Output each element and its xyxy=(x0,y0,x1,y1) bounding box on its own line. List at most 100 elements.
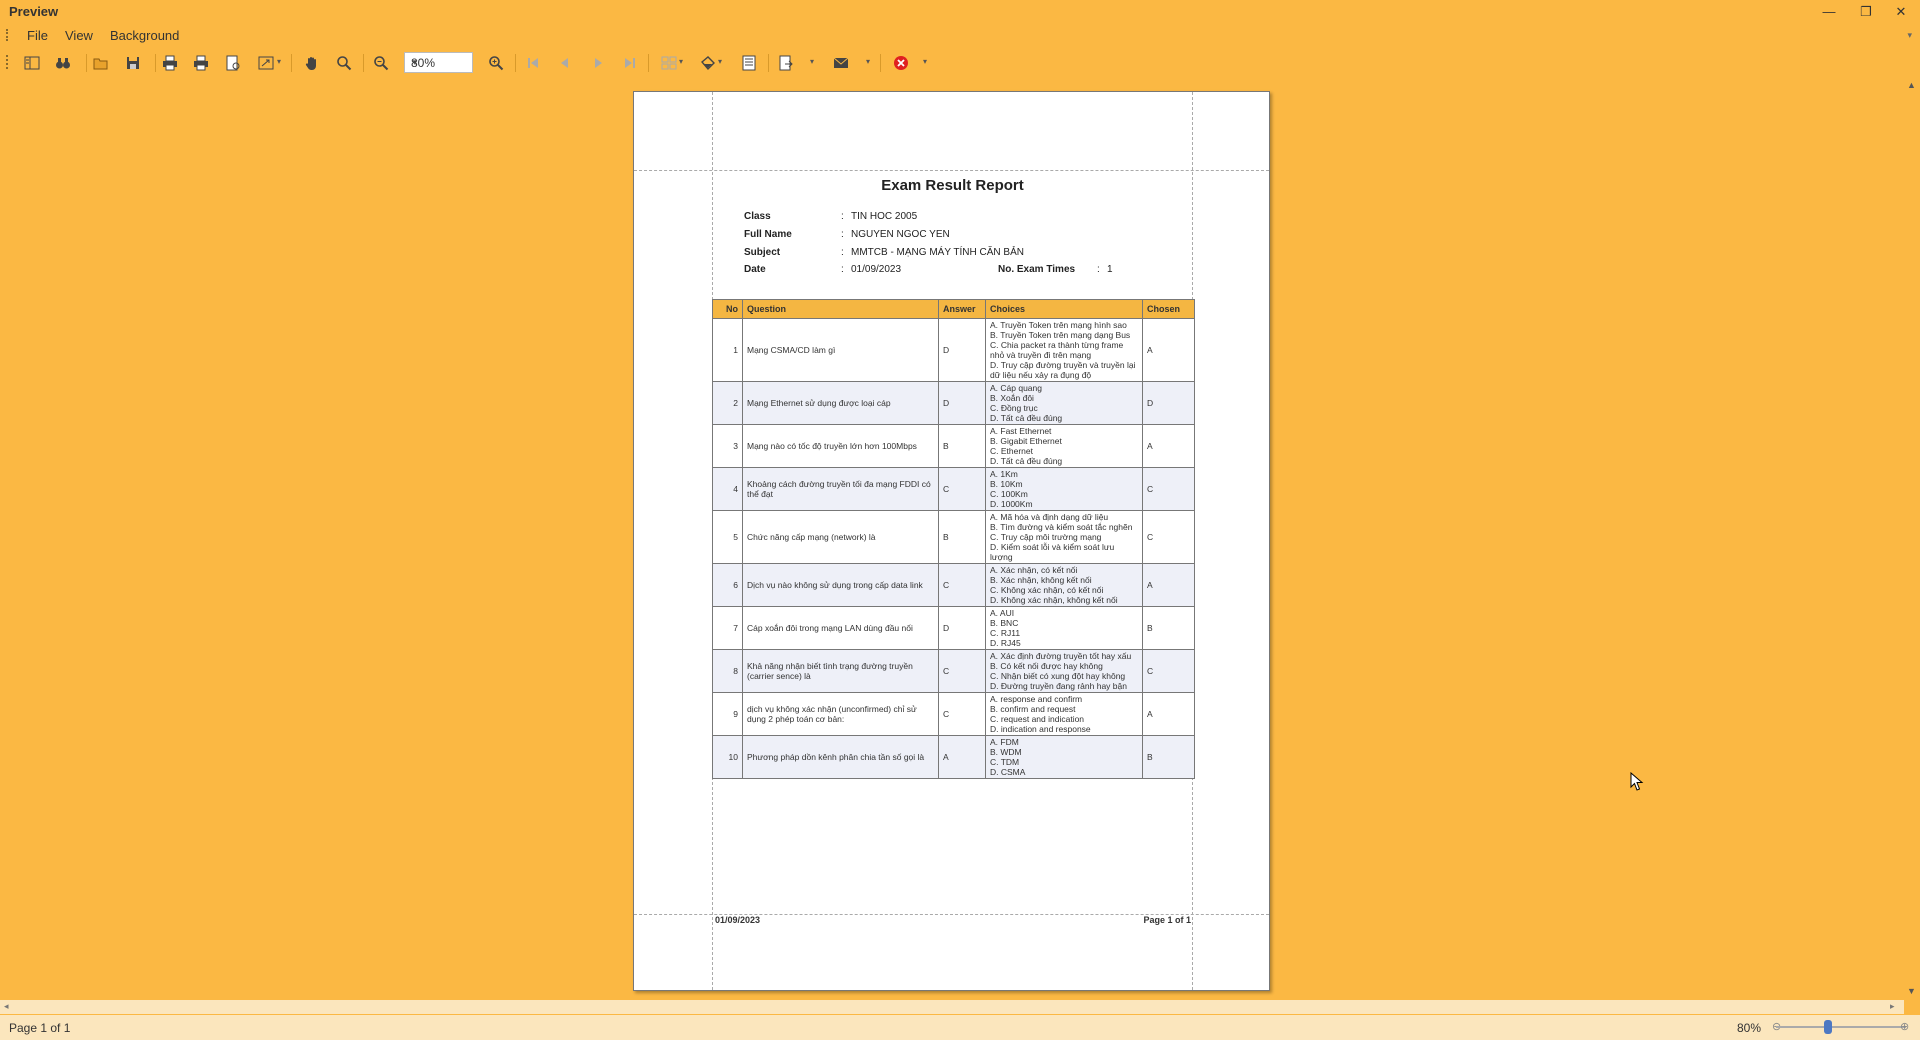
document-map-icon[interactable] xyxy=(21,52,43,74)
cell-no: 1 xyxy=(712,318,743,382)
choice-option: A. Mã hóa và định dạng dữ liệu xyxy=(990,512,1109,522)
toolbar-separator xyxy=(515,54,516,72)
choice-option: A. 1Km xyxy=(990,469,1018,479)
table-row: 10 Phương pháp dồn kênh phân chia tần số … xyxy=(712,735,1195,779)
menu-view[interactable]: View xyxy=(65,28,93,43)
export-dropdown-icon[interactable]: ▾ xyxy=(810,57,814,66)
page-setup-icon[interactable] xyxy=(222,52,244,74)
cell-no: 4 xyxy=(712,467,743,511)
zoom-combobox[interactable]: 80% ▼ xyxy=(404,52,473,73)
watermark-icon[interactable] xyxy=(738,52,760,74)
cell-question: Khoảng cách đường truyền tối đa mạng FDD… xyxy=(742,467,939,511)
field-value: TIN HOC 2005 xyxy=(851,211,918,222)
restore-button[interactable]: ❐ xyxy=(1853,2,1879,22)
cell-question: dịch vụ không xác nhận (unconfirmed) chỉ… xyxy=(742,692,939,736)
zoom-in-slider-icon[interactable]: ⊕ xyxy=(1900,1020,1909,1033)
first-page-icon xyxy=(522,52,544,74)
menu-background[interactable]: Background xyxy=(110,28,179,43)
report-page: Exam Result Report Class : TIN HOC 2005 … xyxy=(633,91,1270,991)
scroll-right-icon[interactable]: ▸ xyxy=(1890,1001,1895,1012)
background-color-icon[interactable] xyxy=(697,52,719,74)
export-icon[interactable] xyxy=(775,52,797,74)
title-bar: Preview — ❐ ✕ xyxy=(0,0,1920,24)
cell-question: Mạng Ethernet sử dụng được loại cáp xyxy=(742,381,939,425)
print-icon[interactable] xyxy=(159,52,181,74)
find-icon[interactable] xyxy=(52,52,74,74)
open-icon[interactable] xyxy=(90,52,112,74)
cell-chosen: C xyxy=(1142,510,1195,564)
zoom-slider-thumb[interactable] xyxy=(1824,1020,1832,1034)
cell-no: 7 xyxy=(712,606,743,650)
choice-option: A. AUI xyxy=(990,608,1015,618)
cell-choices: A. Xác định đường truyền tốt hay xấu B. C… xyxy=(985,649,1143,693)
toolbar-separator xyxy=(363,54,364,72)
choice-option: B. Tìm đường và kiểm soát tắc nghẽn xyxy=(990,522,1133,532)
field-label: Subject xyxy=(744,247,781,258)
field-label: Date xyxy=(744,264,766,275)
close-preview-icon[interactable] xyxy=(890,52,912,74)
hand-tool-icon[interactable] xyxy=(301,52,323,74)
scroll-down-icon[interactable]: ▼ xyxy=(1907,986,1916,996)
table-row: 7 Cáp xoắn đôi trong mạng LAN dùng đầu nố… xyxy=(712,606,1195,650)
minimize-button[interactable]: — xyxy=(1816,2,1842,22)
window-title: Preview xyxy=(9,4,59,19)
choice-option: D. RJ45 xyxy=(990,638,1021,648)
horizontal-scrollbar[interactable]: ◂ ▸ xyxy=(0,1000,1904,1014)
zoom-slider-track[interactable] xyxy=(1776,1026,1906,1028)
scroll-up-icon[interactable]: ▲ xyxy=(1907,80,1916,90)
cell-answer: C xyxy=(938,692,986,736)
table-header-row: No Question Answer Choices Chosen xyxy=(712,299,1195,319)
cell-choices: A. Truyền Token trên mạng hình sao B. Tru… xyxy=(985,318,1143,382)
choice-option: B. Xoắn đôi xyxy=(990,393,1034,403)
cell-no: 3 xyxy=(712,424,743,468)
footer-page-number: Page 1 of 1 xyxy=(1143,915,1191,925)
choice-option: B. Có kết nối được hay không xyxy=(990,661,1103,671)
choice-option: D. Không xác nhận, không kết nối xyxy=(990,595,1118,605)
toolbar-separator xyxy=(768,54,769,72)
table-row: 1 Mạng CSMA/CD làm gì D A. Truyền Token trê… xyxy=(712,318,1195,382)
choice-option: D. Tất cả đều đúng xyxy=(990,413,1063,423)
magnifier-icon[interactable] xyxy=(333,52,355,74)
vertical-scrollbar[interactable]: ▲ ▼ xyxy=(1904,78,1920,1001)
menu-grip[interactable] xyxy=(6,29,9,41)
scale-icon[interactable] xyxy=(255,52,277,74)
menu-overflow-icon[interactable]: ▾ xyxy=(1907,30,1912,41)
save-icon[interactable] xyxy=(122,52,144,74)
scale-dropdown-icon[interactable]: ▾ xyxy=(277,57,281,66)
cell-choices: A. Fast Ethernet B. Gigabit Ethernet C. Et… xyxy=(985,424,1143,468)
choice-option: C. Chia packet ra thành từng frame nhỏ v… xyxy=(990,340,1124,360)
status-bar: Page 1 of 1 80% ⊖ ⊕ xyxy=(0,1015,1920,1040)
choice-option: B. Gigabit Ethernet xyxy=(990,436,1062,446)
close-preview-dropdown-icon[interactable]: ▾ xyxy=(923,57,927,66)
toolbar-grip[interactable] xyxy=(6,55,9,69)
field-date: Date : 01/09/2023 No. Exam Times : 1 xyxy=(744,264,1113,275)
cell-answer: C xyxy=(938,649,986,693)
zoom-out-icon[interactable] xyxy=(370,52,392,74)
scroll-left-icon[interactable]: ◂ xyxy=(4,1001,9,1012)
choice-option: C. 100Km xyxy=(990,489,1028,499)
email-dropdown-icon[interactable]: ▾ xyxy=(866,57,870,66)
multiple-pages-icon xyxy=(658,52,680,74)
footer-date: 01/09/2023 xyxy=(715,915,761,925)
mouse-cursor-icon xyxy=(1630,772,1644,791)
choice-option: D. Truy cập đường truyền và truyền lại d… xyxy=(990,360,1136,380)
choice-option: A. Fast Ethernet xyxy=(990,426,1052,436)
menu-file[interactable]: File xyxy=(27,28,48,43)
email-icon[interactable] xyxy=(830,52,852,74)
choice-option: B. WDM xyxy=(990,747,1022,757)
column-header: Question xyxy=(742,299,939,319)
column-header: Answer xyxy=(938,299,986,319)
cell-answer: B xyxy=(938,424,986,468)
table-row: 2 Mạng Ethernet sử dụng được loại cáp D A. … xyxy=(712,381,1195,425)
table-row: 5 Chức năng cấp mạng (network) là B A. Mã h… xyxy=(712,510,1195,564)
quick-print-icon[interactable] xyxy=(190,52,212,74)
background-color-dropdown-icon[interactable]: ▾ xyxy=(718,57,722,66)
choice-option: C. RJ11 xyxy=(990,628,1021,638)
table-row: 6 Dịch vụ nào không sử dụng trong cấp dat… xyxy=(712,563,1195,607)
cell-chosen: A xyxy=(1142,424,1195,468)
zoom-in-icon[interactable] xyxy=(485,52,507,74)
table-row: 3 Mạng nào có tốc độ truyền lớn hơn 100Mb… xyxy=(712,424,1195,468)
chevron-down-icon[interactable]: ▼ xyxy=(411,58,468,67)
toolbar-separator xyxy=(648,54,649,72)
close-button[interactable]: ✕ xyxy=(1888,2,1914,22)
